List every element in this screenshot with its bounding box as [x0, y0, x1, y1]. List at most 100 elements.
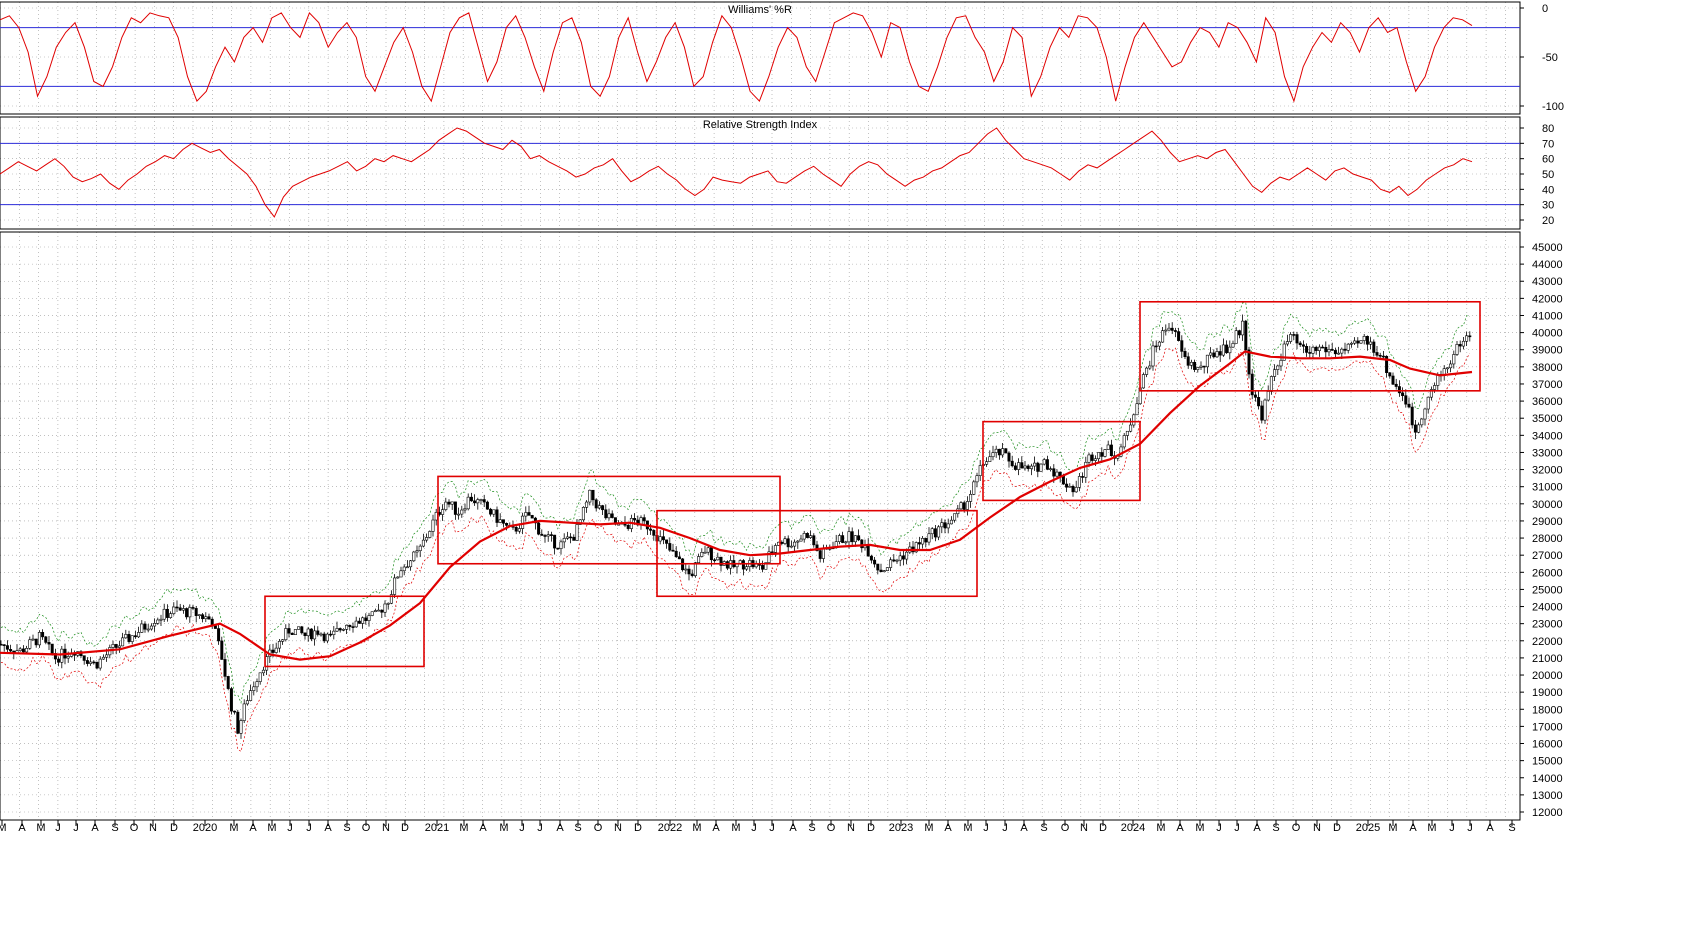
candle-body	[1333, 350, 1337, 355]
candle-body	[1145, 367, 1149, 375]
x-tick-label: N	[149, 822, 157, 834]
candle-body	[1394, 383, 1398, 387]
candle-body	[1039, 463, 1043, 472]
candle-body	[1007, 452, 1011, 462]
candle-body	[495, 509, 499, 523]
candle-body	[1330, 349, 1334, 351]
candle-body	[1045, 459, 1049, 470]
candle-body	[153, 623, 157, 627]
candle-body	[95, 661, 99, 669]
candle-body	[1397, 386, 1401, 394]
x-tick-label: J	[73, 822, 79, 834]
candle-body	[597, 505, 601, 509]
candle-body	[373, 610, 377, 613]
x-tick-label: D	[867, 822, 875, 834]
candle-body	[354, 620, 358, 628]
candle-body	[837, 535, 841, 542]
y-tick-label: 20000	[1532, 670, 1563, 682]
y-tick-label: 37000	[1532, 379, 1563, 391]
candle-body	[82, 655, 86, 661]
candle-body	[377, 609, 381, 612]
candle-body	[1298, 342, 1302, 346]
candle-body	[162, 608, 166, 620]
candle-body	[21, 648, 25, 653]
candle-body	[706, 547, 710, 553]
x-tick-label: 2025	[1356, 822, 1380, 834]
candle-body	[773, 545, 777, 553]
candle-body	[693, 562, 697, 576]
candle-body	[57, 658, 61, 663]
candle-body	[249, 690, 253, 701]
candle-body	[521, 515, 525, 529]
candle-body	[1167, 327, 1171, 331]
candle-body	[569, 536, 573, 539]
y-tick-label: 16000	[1532, 739, 1563, 751]
candle-body	[1378, 354, 1382, 357]
candle-body	[745, 566, 749, 570]
candle-body	[370, 611, 374, 616]
candle-body	[1177, 331, 1181, 341]
rsi-y-axis: 80 70 60 50 40 30 20	[1520, 123, 1554, 227]
candle-body	[610, 513, 614, 518]
candle-body	[191, 607, 195, 609]
candle-body	[114, 644, 118, 648]
candle-body	[466, 496, 470, 510]
candle-body	[348, 624, 352, 627]
candle-body	[793, 541, 797, 547]
candle-body	[1090, 454, 1094, 461]
candle-body	[671, 549, 675, 552]
candle-body	[28, 639, 32, 649]
candle-body	[1141, 374, 1145, 389]
x-tick-label: M	[36, 822, 45, 834]
candle-body	[805, 533, 809, 538]
candle-body	[1417, 424, 1421, 433]
candle-body	[101, 656, 105, 660]
candle-body	[1433, 385, 1437, 390]
candle-body	[1225, 344, 1229, 354]
candle-body	[857, 535, 861, 541]
candle-body	[1356, 340, 1360, 344]
candle-body	[601, 505, 605, 511]
candle-body	[1109, 444, 1113, 457]
candle-body	[761, 565, 765, 570]
candle-body	[1173, 330, 1177, 332]
candle-body	[524, 512, 528, 517]
candle-body	[1327, 349, 1331, 353]
candle-body	[1247, 349, 1251, 375]
x-tick-label: S	[111, 822, 118, 834]
x-tick-label: N	[1080, 822, 1088, 834]
x-tick-label: D	[401, 822, 409, 834]
candle-body	[1404, 395, 1408, 405]
candle-body	[802, 533, 806, 540]
candle-body	[425, 537, 429, 541]
candle-body	[972, 481, 976, 495]
candle-body	[709, 547, 713, 561]
x-tick-label: J	[1234, 822, 1240, 834]
candle-body	[233, 710, 237, 713]
candle-body	[1132, 414, 1136, 426]
candle-body	[703, 551, 707, 554]
candle-body	[1068, 485, 1072, 488]
candle-body	[965, 501, 969, 510]
candle-body	[1106, 444, 1110, 450]
candle-body	[1391, 375, 1395, 385]
x-tick-label: O	[594, 822, 603, 834]
candle-body	[1292, 334, 1296, 336]
candle-body	[0, 643, 3, 646]
candle-body	[882, 570, 886, 573]
candle-body	[386, 602, 390, 605]
candle-body	[242, 703, 246, 721]
candle-body	[1228, 346, 1232, 354]
candle-body	[319, 633, 323, 636]
candle-body	[642, 517, 646, 522]
candle-body	[1372, 341, 1376, 353]
candle-body	[34, 638, 38, 646]
candle-body	[1314, 346, 1318, 351]
candle-body	[1074, 487, 1078, 493]
candle-body	[473, 500, 477, 504]
x-tick-label: A	[1486, 822, 1494, 834]
candle-body	[991, 452, 995, 458]
candle-body	[277, 641, 281, 649]
candle-body	[428, 531, 432, 538]
candle-body	[364, 617, 368, 621]
